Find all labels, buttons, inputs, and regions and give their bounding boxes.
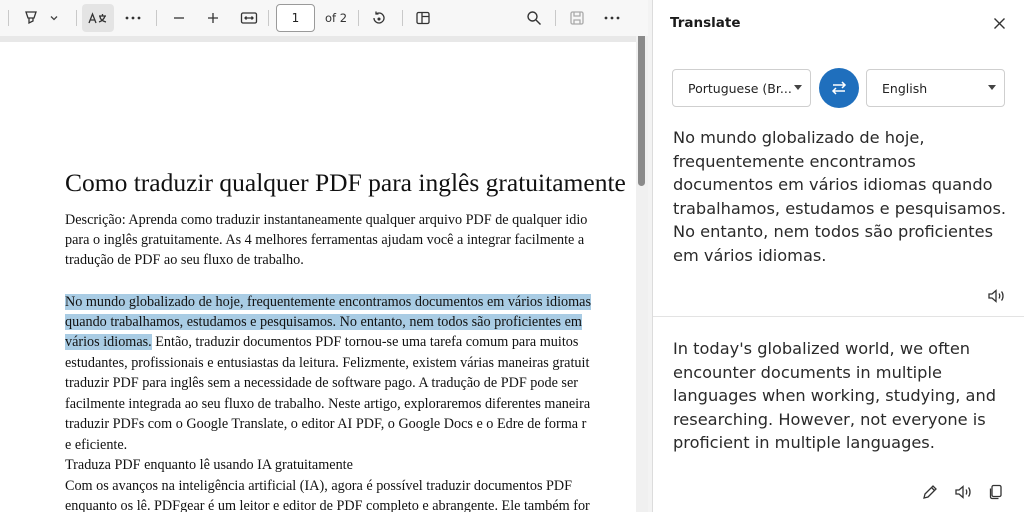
fit-width-icon — [240, 12, 258, 24]
target-language-select[interactable]: English — [866, 69, 1005, 107]
toolbar-separator — [555, 10, 556, 26]
vertical-scrollbar[interactable] — [636, 36, 648, 512]
page-view-icon — [416, 11, 430, 25]
page-count-label: of 2 — [325, 11, 348, 25]
document-text-line: enquanto os lê. PDFgear é um leitor e ed… — [65, 498, 590, 512]
translate-button[interactable] — [82, 4, 114, 32]
document-text-line: para o inglês gratuitamente. As 4 melhor… — [65, 232, 585, 248]
more-tools-button[interactable] — [118, 4, 148, 32]
toolbar-separator — [358, 10, 359, 26]
pencil-icon — [923, 485, 937, 499]
translate-panel: Translate Portuguese (Br... English No m… — [652, 0, 1024, 512]
source-text: No mundo globalizado de hoje, frequentem… — [673, 128, 1007, 265]
rotate-icon — [373, 11, 385, 24]
pdf-toolbar: 1 of 2 — [0, 0, 648, 36]
chevron-down-icon — [988, 85, 996, 90]
highlight-options-dropdown[interactable] — [42, 4, 66, 32]
highlight-icon — [25, 11, 37, 25]
page-number-input[interactable]: 1 — [276, 4, 315, 32]
document-text-line: Com os avanços na inteligência artificia… — [65, 478, 573, 494]
toolbar-separator — [76, 10, 77, 26]
save-icon — [570, 11, 584, 25]
edit-translation-button[interactable] — [919, 481, 941, 503]
toolbar-separator — [402, 10, 403, 26]
search-icon — [527, 11, 541, 25]
document-text-line: traduzir PDF para inglês sem a necessida… — [65, 375, 578, 391]
translated-text: In today's globalized world, we often en… — [673, 339, 996, 452]
highlighted-text[interactable]: vários idiomas. — [65, 334, 152, 350]
more-icon — [604, 16, 620, 20]
chevron-down-icon — [794, 85, 802, 90]
zoom-out-icon — [174, 17, 184, 19]
document-text-line: estudantes, profissionais e entusiastas … — [65, 355, 590, 371]
source-language-value: Portuguese (Br... — [688, 80, 792, 96]
more-options-button[interactable] — [597, 4, 627, 32]
save-button[interactable] — [562, 4, 592, 32]
toolbar-separator — [8, 10, 9, 26]
document-title: Como traduzir qualquer PDF para inglês g… — [65, 168, 626, 197]
document-text-line: traduzir PDFs com o Google Translate, o … — [65, 416, 587, 432]
document-text-line: tradução de PDF ao seu fluxo de trabalho… — [65, 252, 304, 268]
zoom-in-button[interactable] — [198, 4, 228, 32]
search-button[interactable] — [519, 4, 549, 32]
translate-icon — [88, 12, 107, 24]
toolbar-separator — [156, 10, 157, 26]
speaker-icon — [955, 485, 971, 499]
zoom-in-icon — [208, 13, 218, 23]
highlighted-text[interactable]: quando trabalhamos, estudamos e pesquisa… — [65, 314, 582, 330]
copy-translation-button[interactable] — [985, 481, 1007, 503]
document-text-line: Traduza PDF enquanto lê usando IA gratui… — [65, 457, 353, 473]
rotate-button[interactable] — [364, 4, 394, 32]
panel-divider — [653, 316, 1024, 317]
fit-width-button[interactable] — [234, 4, 264, 32]
source-language-select[interactable]: Portuguese (Br... — [672, 69, 811, 107]
more-icon — [125, 16, 141, 20]
scrollbar-thumb[interactable] — [638, 36, 645, 186]
highlighted-text[interactable]: No mundo globalizado de hoje, frequentem… — [65, 294, 591, 310]
target-language-value: English — [882, 80, 928, 96]
document-text-line: Descrição: Aprenda como traduzir instant… — [65, 212, 588, 228]
zoom-out-button[interactable] — [164, 4, 194, 32]
panel-title: Translate — [670, 15, 741, 31]
swap-icon — [831, 81, 847, 95]
document-text: Então, traduzir documentos PDF tornou-se… — [151, 334, 579, 350]
document-text-line: facilmente integrada ao seu fluxo de tra… — [65, 396, 591, 412]
document-text-line: quando trabalhamos, estudamos e pesquisa… — [65, 312, 582, 332]
document-text-line: No mundo globalizado de hoje, frequentem… — [65, 292, 591, 312]
pdf-page: Como traduzir qualquer PDF para inglês g… — [0, 42, 636, 512]
swap-languages-button[interactable] — [819, 68, 859, 108]
page-view-button[interactable] — [408, 4, 438, 32]
copy-icon — [989, 484, 1002, 500]
document-viewer: Como traduzir qualquer PDF para inglês g… — [0, 36, 648, 512]
document-text-line: e eficiente. — [65, 437, 128, 453]
speaker-icon — [988, 289, 1004, 303]
toolbar-separator — [268, 10, 269, 26]
close-icon — [993, 17, 1005, 29]
document-text-line: vários idiomas. Então, traduzir document… — [65, 332, 578, 352]
close-button[interactable] — [989, 13, 1009, 33]
listen-source-button[interactable] — [985, 285, 1007, 307]
chevron-down-icon — [50, 16, 58, 21]
listen-translation-button[interactable] — [952, 481, 974, 503]
